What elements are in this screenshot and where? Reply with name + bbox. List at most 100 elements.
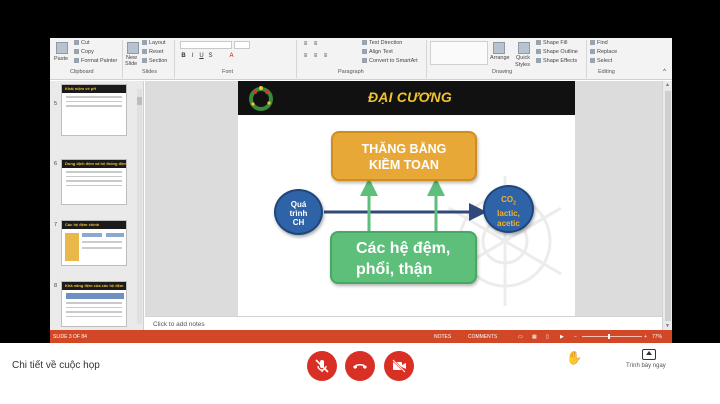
reset-button[interactable]: Reset: [142, 49, 163, 56]
buffer-systems-box[interactable]: Các hệ đệm, phổi, thận: [330, 231, 477, 284]
zoom-in-icon[interactable]: +: [644, 334, 647, 340]
layout-button[interactable]: Layout: [142, 40, 166, 47]
outline-icon: [536, 49, 541, 54]
circle-line: trình: [289, 209, 308, 218]
editor-scrollbar[interactable]: ▲ ▼: [662, 81, 672, 330]
arrange-button[interactable]: Arrange: [490, 55, 510, 62]
paste-button[interactable]: Paste: [54, 56, 68, 63]
divider: [122, 40, 123, 78]
acid-base-balance-box[interactable]: THĂNG BẰNG KIỀM TOAN: [331, 131, 477, 181]
notes-toggle[interactable]: NOTES: [434, 334, 451, 340]
font-size-box[interactable]: [234, 41, 250, 49]
scrollbar-thumb[interactable]: [665, 91, 671, 321]
thumbnail-title: Các hệ đệm chính: [62, 221, 126, 229]
thumbnail-block: [65, 233, 79, 261]
select-button[interactable]: Select: [590, 58, 612, 65]
meeting-details-link[interactable]: Chi tiết về cuộc họp: [12, 360, 100, 371]
camera-off-button[interactable]: [384, 351, 414, 381]
align-text-button[interactable]: Align Text: [362, 49, 393, 56]
section-label: Section: [149, 58, 168, 64]
text-direction-label: Text Direction: [369, 40, 403, 46]
scroll-down-icon[interactable]: ▼: [665, 323, 670, 329]
convert-smartart-label: Convert to SmartArt: [369, 58, 418, 64]
present-now-label[interactable]: Trình bày ngay: [626, 363, 666, 369]
new-slide-label-2[interactable]: Slide: [125, 61, 137, 68]
group-label-font: Font: [222, 69, 234, 75]
text-direction-button[interactable]: Text Direction: [362, 40, 402, 47]
quick-styles-label[interactable]: Quick: [516, 55, 530, 62]
thumbnail-title: Khả năng đệm của các hệ đệm: [62, 282, 126, 290]
copy-icon: [74, 49, 79, 54]
new-slide-icon[interactable]: [127, 42, 139, 54]
top-black-bar: [0, 0, 720, 38]
cut-button[interactable]: Cut: [74, 40, 90, 47]
hang-up-icon: [353, 364, 367, 369]
slide-canvas[interactable]: ĐẠI CƯƠNG THĂNG BẰNG KIỀM TOAN Quá trình…: [238, 81, 575, 316]
thumbnail-number: 8: [54, 283, 58, 289]
align-right-button[interactable]: ≡: [322, 53, 329, 60]
zoom-level[interactable]: 77%: [652, 334, 662, 340]
layout-icon: [142, 40, 147, 45]
italic-button[interactable]: I: [189, 53, 196, 60]
thumbnail-number: 5: [54, 101, 58, 107]
circle-line: CO2: [485, 195, 532, 209]
scroll-up-icon[interactable]: ▲: [665, 82, 670, 88]
raise-hand-icon[interactable]: ✋: [566, 350, 582, 366]
shape-fill-button[interactable]: Shape Fill: [536, 40, 567, 47]
acids-circle[interactable]: CO2 lactic, acetic: [483, 185, 534, 233]
format-painter-button[interactable]: Format Painter: [74, 58, 117, 65]
slide-thumbnail[interactable]: Khả năng đệm của các hệ đệm: [61, 281, 127, 327]
status-bar: SLIDE 3 OF 84 NOTES COMMENTS ▭ ▦ ▯ ▶ − +…: [50, 330, 672, 343]
slide-thumbnail[interactable]: Các hệ đệm chính: [61, 220, 127, 266]
shape-outline-button[interactable]: Shape Outline: [536, 49, 578, 56]
align-left-button[interactable]: ≡: [302, 53, 309, 60]
comments-toggle[interactable]: COMMENTS: [468, 334, 497, 340]
collapse-ribbon-icon[interactable]: ^: [661, 69, 668, 76]
thumbnail-block: [82, 233, 102, 237]
copy-button[interactable]: Copy: [74, 49, 94, 56]
quick-styles-icon[interactable]: [518, 42, 530, 54]
font-name-box[interactable]: [180, 41, 232, 49]
present-screen-icon[interactable]: [642, 349, 656, 360]
ch-process-circle[interactable]: Quá trình CH: [274, 189, 323, 235]
bold-button[interactable]: B: [180, 53, 187, 60]
thumbnail-scrollbar[interactable]: [137, 89, 142, 324]
thumbnail-line: [66, 306, 122, 308]
zoom-out-icon[interactable]: −: [574, 334, 577, 340]
thumbnail-block: [66, 293, 124, 299]
mic-off-button[interactable]: [307, 351, 337, 381]
shape-effects-button[interactable]: Shape Effects: [536, 58, 577, 65]
thumbnail-title: Khái niệm về pH: [62, 85, 126, 93]
slide-thumbnail[interactable]: Khái niệm về pH: [61, 84, 127, 136]
slide-thumbnail[interactable]: Dung dịch đệm và hệ thống đệm: [61, 159, 127, 205]
view-normal-icon[interactable]: ▭: [518, 334, 523, 340]
replace-button[interactable]: Replace: [590, 49, 617, 56]
paste-icon[interactable]: [56, 42, 68, 54]
end-call-button[interactable]: [345, 351, 375, 381]
convert-smartart-button[interactable]: Convert to SmartArt: [362, 58, 418, 65]
scrollbar-thumb[interactable]: [137, 97, 142, 105]
slideshow-icon[interactable]: ▶: [560, 334, 564, 340]
center-button[interactable]: ≡: [312, 53, 319, 60]
thumbnail-line: [66, 100, 122, 102]
underline-button[interactable]: U: [198, 53, 205, 60]
view-sorter-icon[interactable]: ▦: [532, 334, 537, 340]
subscript-2: 2: [513, 200, 516, 207]
shapes-gallery[interactable]: [430, 41, 488, 65]
section-button[interactable]: Section: [142, 58, 167, 65]
numbering-button[interactable]: ≡: [312, 41, 319, 48]
view-reading-icon[interactable]: ▯: [546, 334, 549, 340]
font-color-button[interactable]: A: [228, 53, 235, 60]
find-button[interactable]: Find: [590, 40, 608, 47]
meeting-control-bar: Chi tiết về cuộc họp ✋ Trình bày ngay: [0, 343, 720, 404]
bullets-button[interactable]: ≡: [302, 41, 309, 48]
zoom-slider-thumb[interactable]: [608, 334, 610, 339]
zoom-slider[interactable]: [582, 336, 642, 337]
quick-styles-label-2[interactable]: Styles: [515, 62, 530, 69]
shadow-button[interactable]: S: [207, 53, 214, 60]
arrange-icon[interactable]: [493, 42, 505, 54]
box-line: KIỀM TOAN: [369, 158, 439, 172]
thumbnail-line: [66, 184, 122, 186]
thumbnail-line: [66, 302, 122, 304]
notes-pane[interactable]: Click to add notes: [145, 316, 662, 330]
